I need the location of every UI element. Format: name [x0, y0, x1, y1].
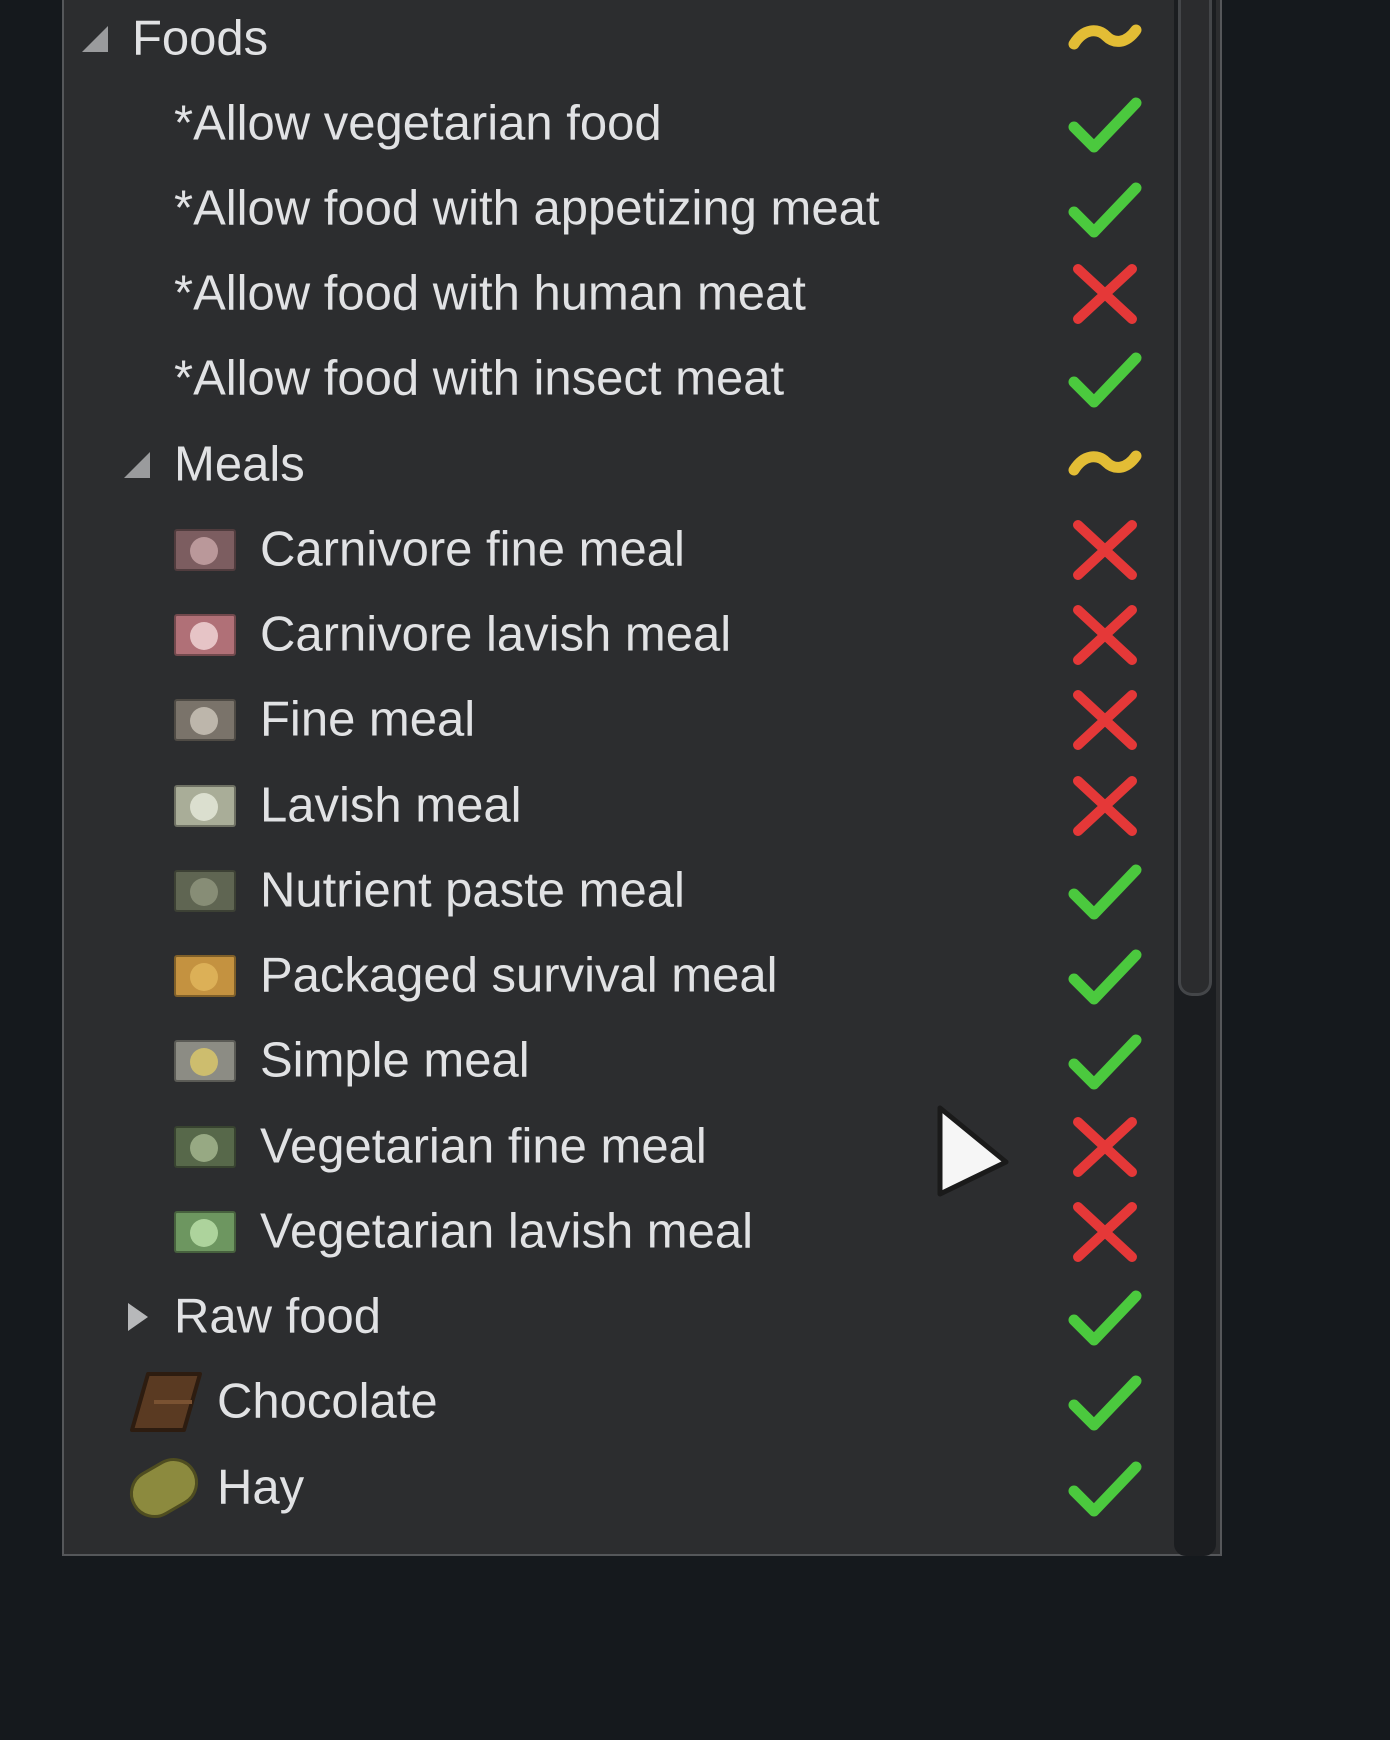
- chocolate-icon: [130, 1372, 202, 1433]
- tree-row-label: Chocolate: [217, 1374, 438, 1429]
- cross-icon[interactable]: [1068, 1199, 1142, 1265]
- partial-tilde-icon[interactable]: [1068, 432, 1142, 498]
- tree-row-label: Vegetarian fine meal: [260, 1119, 707, 1174]
- tree-row-label: *Allow food with insect meat: [174, 351, 785, 406]
- tree-row-label: *Allow food with human meat: [174, 266, 806, 321]
- hay-icon: [129, 1457, 199, 1518]
- tree-row-label: Vegetarian lavish meal: [260, 1204, 754, 1259]
- tree-row-label: Raw food: [174, 1289, 382, 1344]
- check-icon[interactable]: [1068, 1455, 1142, 1521]
- tree-row-allow-vegetarian-food[interactable]: *Allow vegetarian food: [64, 81, 1172, 166]
- tree-row-carnivore-lavish-meal[interactable]: Carnivore lavish meal: [64, 593, 1172, 678]
- tree-row-foods[interactable]: Foods: [64, 0, 1172, 81]
- filter-tree: Foods *Allow vegetarian food *Allow food w…: [64, 0, 1172, 1530]
- tree-row-vegetarian-lavish-meal[interactable]: Vegetarian lavish meal: [64, 1189, 1172, 1274]
- tree-row-label: Packaged survival meal: [260, 948, 778, 1003]
- scrollbar[interactable]: [1174, 0, 1216, 1556]
- expanded-triangle-icon[interactable]: [120, 448, 154, 482]
- check-icon[interactable]: [1068, 1369, 1142, 1435]
- tree-row-label: Lavish meal: [260, 778, 522, 833]
- tree-row-label: Carnivore lavish meal: [260, 607, 732, 662]
- tree-row-carnivore-fine-meal[interactable]: Carnivore fine meal: [64, 507, 1172, 592]
- cross-icon[interactable]: [1068, 773, 1142, 839]
- tree-row-fine-meal[interactable]: Fine meal: [64, 678, 1172, 763]
- tree-row-raw-food[interactable]: Raw food: [64, 1275, 1172, 1360]
- nutrient-paste-meal-icon: [174, 869, 236, 912]
- check-icon[interactable]: [1068, 346, 1142, 412]
- vegetarian-lavish-meal-icon: [174, 1210, 236, 1253]
- expanded-triangle-icon[interactable]: [78, 22, 112, 56]
- cross-icon[interactable]: [1068, 1114, 1142, 1180]
- tree-row-label: Nutrient paste meal: [260, 863, 685, 918]
- tree-row-packaged-survival-meal[interactable]: Packaged survival meal: [64, 934, 1172, 1019]
- packaged-survival-meal-icon: [174, 955, 236, 998]
- tree-row-chocolate[interactable]: Chocolate: [64, 1360, 1172, 1445]
- tree-row-label: *Allow food with appetizing meat: [174, 181, 880, 236]
- tree-row-hay[interactable]: Hay: [64, 1445, 1172, 1530]
- cross-icon[interactable]: [1068, 517, 1142, 583]
- carnivore-lavish-meal-icon: [174, 614, 236, 657]
- tree-row-label: Meals: [174, 437, 305, 492]
- carnivore-fine-meal-icon: [174, 528, 236, 571]
- tree-row-allow-food-with-appetizing-meat[interactable]: *Allow food with appetizing meat: [64, 166, 1172, 251]
- cross-icon[interactable]: [1068, 687, 1142, 753]
- check-icon[interactable]: [1068, 1028, 1142, 1094]
- partial-tilde-icon[interactable]: [1068, 6, 1142, 72]
- vegetarian-fine-meal-icon: [174, 1125, 236, 1168]
- check-icon[interactable]: [1068, 91, 1142, 157]
- fine-meal-icon: [174, 699, 236, 742]
- cross-icon[interactable]: [1068, 261, 1142, 327]
- tree-row-allow-food-with-insect-meat[interactable]: *Allow food with insect meat: [64, 337, 1172, 422]
- collapsed-triangle-icon[interactable]: [120, 1300, 154, 1334]
- tree-row-lavish-meal[interactable]: Lavish meal: [64, 763, 1172, 848]
- tree-row-label: Simple meal: [260, 1033, 530, 1088]
- tree-row-meals[interactable]: Meals: [64, 422, 1172, 507]
- tree-row-simple-meal[interactable]: Simple meal: [64, 1019, 1172, 1104]
- lavish-meal-icon: [174, 784, 236, 827]
- tree-row-label: Fine meal: [260, 692, 476, 747]
- tree-row-allow-food-with-human-meat[interactable]: *Allow food with human meat: [64, 252, 1172, 337]
- cross-icon[interactable]: [1068, 602, 1142, 668]
- simple-meal-icon: [174, 1040, 236, 1083]
- tree-row-label: Hay: [217, 1460, 305, 1515]
- scrollbar-thumb[interactable]: [1178, 0, 1212, 996]
- check-icon[interactable]: [1068, 176, 1142, 242]
- check-icon[interactable]: [1068, 943, 1142, 1009]
- tree-row-nutrient-paste-meal[interactable]: Nutrient paste meal: [64, 848, 1172, 933]
- tree-row-label: Carnivore fine meal: [260, 522, 685, 577]
- tree-row-label: *Allow vegetarian food: [174, 96, 662, 151]
- mouse-cursor-icon: [937, 1105, 1009, 1197]
- check-icon[interactable]: [1068, 858, 1142, 924]
- tree-row-label: Foods: [132, 11, 269, 65]
- check-icon[interactable]: [1068, 1284, 1142, 1350]
- filter-panel: Foods *Allow vegetarian food *Allow food w…: [62, 0, 1222, 1556]
